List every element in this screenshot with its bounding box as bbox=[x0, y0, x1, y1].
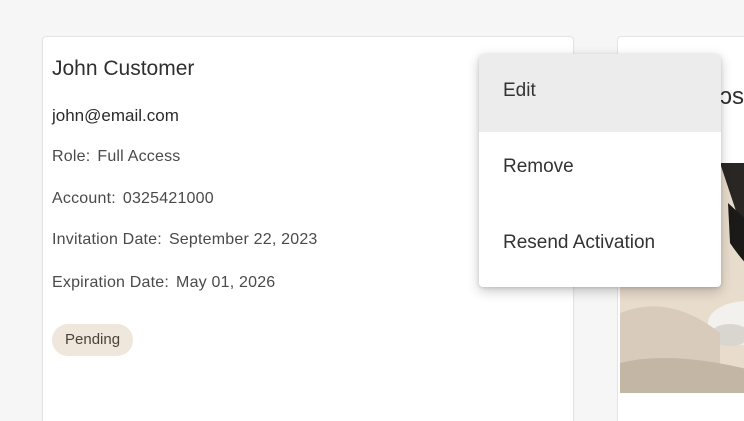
status-badge: Pending bbox=[52, 324, 134, 356]
role-label: Role: bbox=[52, 148, 91, 165]
invitation-date-label: Invitation Date: bbox=[52, 231, 162, 248]
menu-item-edit-label: Edit bbox=[503, 80, 536, 101]
expiration-date-value: May 01, 2026 bbox=[176, 274, 276, 291]
account-row: Account: 0325421000 bbox=[52, 190, 214, 208]
menu-item-resend-activation-label: Resend Activation bbox=[503, 232, 656, 253]
account-label: Account: bbox=[52, 190, 116, 207]
invitation-date-row: Invitation Date: September 22, 2023 bbox=[52, 231, 318, 249]
user-email: john@email.com bbox=[52, 106, 179, 125]
user-name: John Customer bbox=[52, 57, 195, 80]
menu-item-resend-activation[interactable]: Resend Activation bbox=[479, 210, 721, 287]
role-value: Full Access bbox=[97, 148, 181, 165]
expiration-date-row: Expiration Date: May 01, 2026 bbox=[52, 274, 275, 292]
account-value: 0325421000 bbox=[122, 190, 214, 207]
invitation-date-value: September 22, 2023 bbox=[168, 231, 318, 248]
page: John Customer john@email.com Role: Full A… bbox=[0, 0, 744, 421]
partial-card-title: ɔs bbox=[720, 83, 744, 110]
menu-item-remove[interactable]: Remove bbox=[479, 132, 721, 210]
role-row: Role: Full Access bbox=[52, 148, 180, 166]
expiration-date-label: Expiration Date: bbox=[52, 274, 170, 291]
menu-item-remove-label: Remove bbox=[503, 156, 574, 177]
user-actions-menu: Edit Remove Resend Activation bbox=[479, 54, 721, 287]
menu-item-edit[interactable]: Edit bbox=[479, 54, 721, 132]
